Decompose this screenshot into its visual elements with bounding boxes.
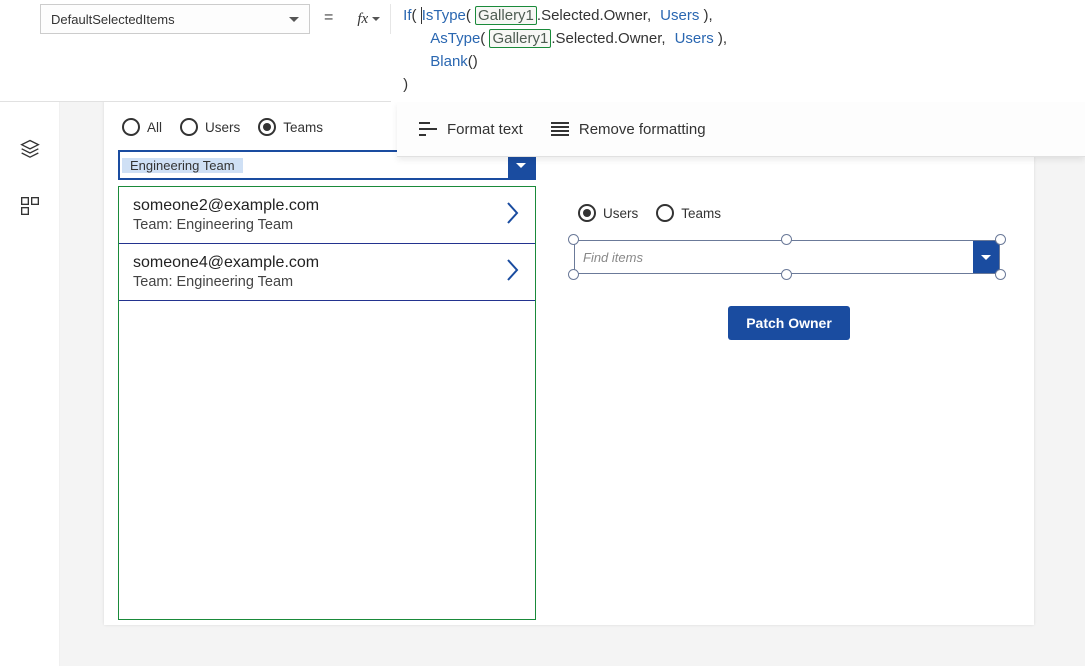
gallery-item-team: Team: Engineering Team (133, 274, 319, 290)
gallery-item[interactable]: someone4@example.com Team: Engineering T… (119, 244, 535, 301)
team-combobox-value: Engineering Team (122, 158, 243, 173)
resize-handle[interactable] (781, 269, 792, 280)
right-radio-group: Users Teams (574, 204, 1004, 222)
left-rail (0, 40, 60, 666)
format-text-icon (419, 122, 437, 136)
gallery-item-email: someone4@example.com (133, 254, 319, 272)
radio-teams-right[interactable]: Teams (656, 204, 721, 222)
tree-view-icon[interactable] (20, 138, 40, 158)
chevron-down-icon (973, 241, 999, 273)
property-selector-value: DefaultSelectedItems (51, 12, 175, 27)
format-text-label: Format text (447, 121, 523, 138)
right-panel: Users Teams Find items Patch Owner (574, 204, 1004, 340)
patch-owner-button[interactable]: Patch Owner (728, 306, 850, 340)
resize-handle[interactable] (995, 269, 1006, 280)
equals-label: = (324, 9, 333, 27)
radio-users[interactable]: Users (180, 118, 240, 136)
fx-button[interactable]: fx (347, 4, 391, 34)
resize-handle[interactable] (568, 269, 579, 280)
gallery-item-team: Team: Engineering Team (133, 217, 319, 233)
components-icon[interactable] (20, 196, 40, 216)
resize-handle[interactable] (995, 234, 1006, 245)
resize-handle[interactable] (568, 234, 579, 245)
property-selector[interactable]: DefaultSelectedItems (40, 4, 310, 34)
remove-formatting-label: Remove formatting (579, 121, 706, 138)
radio-icon (656, 204, 674, 222)
gallery-item-email: someone2@example.com (133, 197, 319, 215)
chevron-right-icon (505, 257, 521, 288)
formula-bar: DefaultSelectedItems = fx If( IsType( Ga… (0, 0, 1085, 102)
owner-combobox-selected[interactable]: Find items (574, 240, 1000, 274)
formula-toolbar: Format text Remove formatting (397, 102, 1085, 157)
radio-icon (180, 118, 198, 136)
left-panel: All Users Teams Engineering Team someone… (118, 118, 536, 620)
fx-icon: fx (357, 11, 368, 28)
app-canvas: All Users Teams Engineering Team someone… (104, 100, 1034, 625)
format-text-button[interactable]: Format text (419, 121, 523, 138)
gallery[interactable]: someone2@example.com Team: Engineering T… (118, 186, 536, 620)
remove-formatting-button[interactable]: Remove formatting (551, 121, 706, 138)
chevron-right-icon (505, 200, 521, 231)
radio-icon (258, 118, 276, 136)
radio-users-right[interactable]: Users (578, 204, 638, 222)
gallery-item[interactable]: someone2@example.com Team: Engineering T… (119, 187, 535, 244)
radio-teams[interactable]: Teams (258, 118, 323, 136)
resize-handle[interactable] (781, 234, 792, 245)
remove-formatting-icon (551, 122, 569, 136)
chevron-down-icon (372, 17, 380, 21)
radio-icon (122, 118, 140, 136)
radio-all[interactable]: All (122, 118, 162, 136)
owner-combobox-placeholder: Find items (575, 250, 651, 265)
radio-icon (578, 204, 596, 222)
chevron-down-icon (289, 17, 299, 22)
formula-editor[interactable]: If( IsType( Gallery1.Selected.Owner, Use… (391, 0, 1085, 102)
